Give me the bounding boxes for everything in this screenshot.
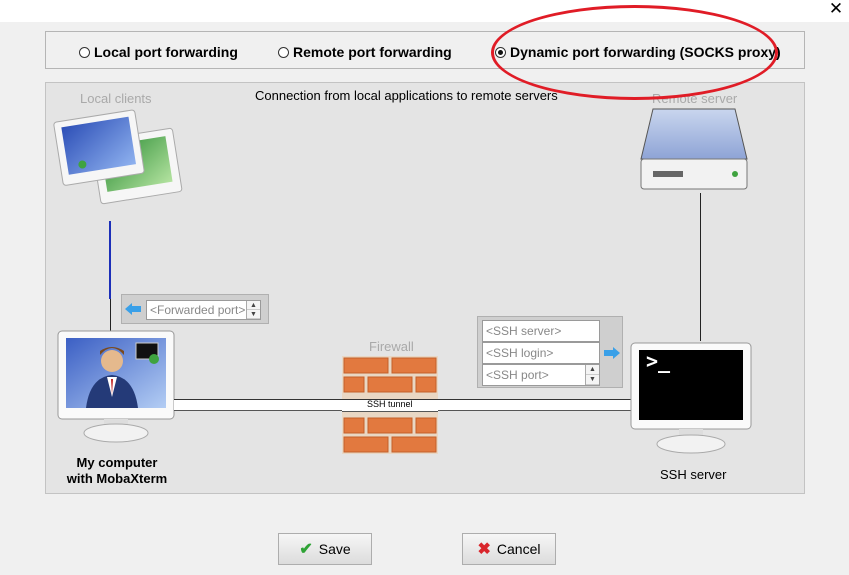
local-clients-icon (53, 109, 183, 205)
title-bar: ✕ (0, 0, 849, 22)
checkmark-icon: ✔ (299, 541, 313, 558)
radio-button-icon[interactable] (278, 46, 289, 58)
firewall-label: Firewall (369, 339, 414, 354)
local-clients-label: Local clients (80, 91, 152, 106)
radio-label: Local port forwarding (94, 44, 238, 60)
forwarded-port-placeholder: <Forwarded port> (150, 303, 246, 317)
ssh-server-label: SSH server (660, 467, 727, 482)
radio-button-icon[interactable] (79, 46, 90, 58)
remote-server-icon (640, 108, 748, 190)
ssh-server-field[interactable]: <SSH server> (482, 320, 600, 342)
my-computer-label: My computer with MobaXterm (54, 455, 180, 487)
diagram-title: Connection from local applications to re… (255, 88, 558, 103)
radio-dynamic-port-forwarding[interactable]: Dynamic port forwarding (SOCKS proxy) (495, 43, 781, 61)
radio-local-port-forwarding[interactable]: Local port forwarding (79, 43, 238, 61)
forwarded-port-group: <Forwarded port> ▲ ▼ (121, 294, 269, 324)
forwarded-port-field[interactable]: <Forwarded port> ▲ ▼ (146, 300, 261, 320)
remote-server-label: Remote server (652, 91, 738, 106)
local-link-line (109, 221, 111, 299)
port-spinner[interactable]: ▲ ▼ (246, 301, 260, 319)
cancel-button[interactable]: ✖ Cancel (462, 533, 556, 565)
save-button[interactable]: ✔ Save (278, 533, 372, 565)
remote-server-link-line (700, 193, 701, 341)
cancel-button-label: Cancel (496, 541, 541, 557)
my-computer-label-line2: with MobaXterm (66, 471, 168, 486)
ssh-connection-group: <SSH server> <SSH login> <SSH port> ▲ ▼ (477, 316, 623, 388)
ssh-login-field[interactable]: <SSH login> (482, 342, 600, 364)
arrow-left-icon (125, 303, 141, 315)
my-computer-icon (57, 330, 175, 443)
ssh-tunnel-label: SSH tunnel (367, 399, 413, 409)
close-icon[interactable]: ✕ (825, 0, 847, 20)
terminal-prompt-icon: >_ (646, 349, 671, 373)
arrow-right-icon (604, 347, 620, 359)
cross-icon: ✖ (477, 541, 491, 558)
radio-label: Dynamic port forwarding (SOCKS proxy) (510, 44, 781, 60)
radio-label: Remote port forwarding (293, 44, 452, 60)
ssh-port-field[interactable]: <SSH port> ▲ ▼ (482, 364, 600, 386)
my-computer-label-line1: My computer (76, 455, 158, 470)
local-link-line (110, 299, 111, 331)
radio-remote-port-forwarding[interactable]: Remote port forwarding (278, 43, 452, 61)
forwarding-mode-bar: Local port forwarding Remote port forwar… (45, 31, 805, 69)
ssh-port-placeholder: <SSH port> (486, 368, 549, 382)
radio-button-selected-icon[interactable] (495, 46, 506, 58)
save-button-label: Save (318, 541, 351, 557)
ssh-port-spinner[interactable]: ▲ ▼ (585, 365, 599, 385)
forwarding-diagram: Connection from local applications to re… (45, 82, 805, 494)
